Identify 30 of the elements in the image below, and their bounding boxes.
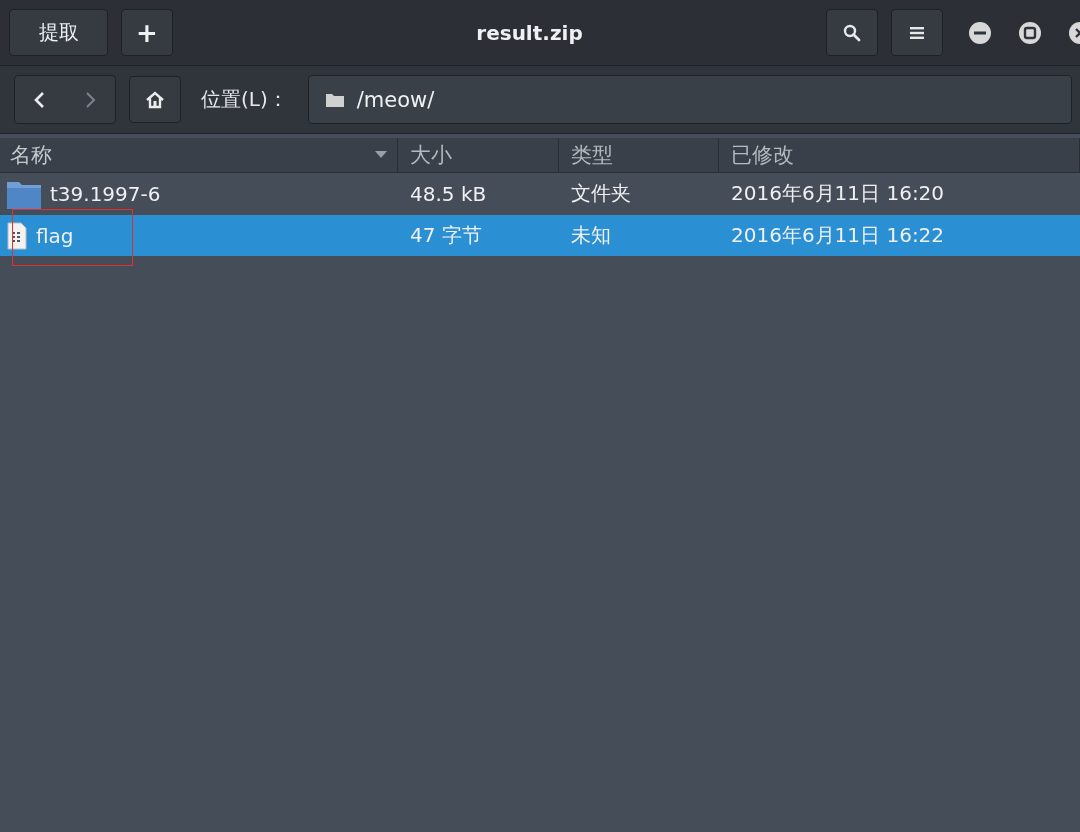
column-header[interactable]: 大小 — [398, 138, 559, 172]
minimize-icon[interactable] — [968, 20, 992, 45]
file-size: 48.5 kB — [409, 181, 488, 206]
home-icon — [145, 90, 165, 109]
column-header[interactable]: 已修改 — [719, 138, 1080, 172]
file-name: flag — [36, 223, 74, 248]
location-label: 位置(L)： — [201, 86, 288, 113]
location-field[interactable]: /meow/ — [307, 75, 1072, 124]
search-icon — [843, 23, 861, 42]
extract-button[interactable]: 提取 — [9, 9, 108, 56]
file-type: 文件夹 — [570, 180, 632, 207]
file-icon — [6, 221, 28, 250]
home-button[interactable] — [129, 76, 181, 123]
column-header[interactable]: 名称 — [0, 138, 398, 172]
file-type: 未知 — [570, 222, 612, 249]
window-title: result.zip — [475, 20, 584, 45]
menu-icon — [909, 25, 925, 40]
menu-button[interactable] — [891, 9, 943, 56]
file-modified: 2016年6月11日 16:22 — [730, 222, 946, 249]
search-button[interactable] — [826, 9, 878, 56]
back-icon — [33, 90, 47, 109]
file-size: 47 字节 — [409, 222, 483, 249]
folder-icon — [324, 91, 345, 108]
file-modified: 2016年6月11日 16:20 — [730, 180, 946, 207]
file-name: t39.1997-6 — [50, 181, 161, 206]
column-header[interactable]: 类型 — [559, 138, 719, 172]
add-button[interactable]: + — [121, 9, 173, 56]
file-row[interactable]: t39.1997-6 48.5 kB 文件夹 2016年6月11日 16:20 — [0, 173, 1080, 214]
forward-icon — [83, 90, 97, 109]
maximize-icon[interactable] — [1018, 20, 1042, 45]
